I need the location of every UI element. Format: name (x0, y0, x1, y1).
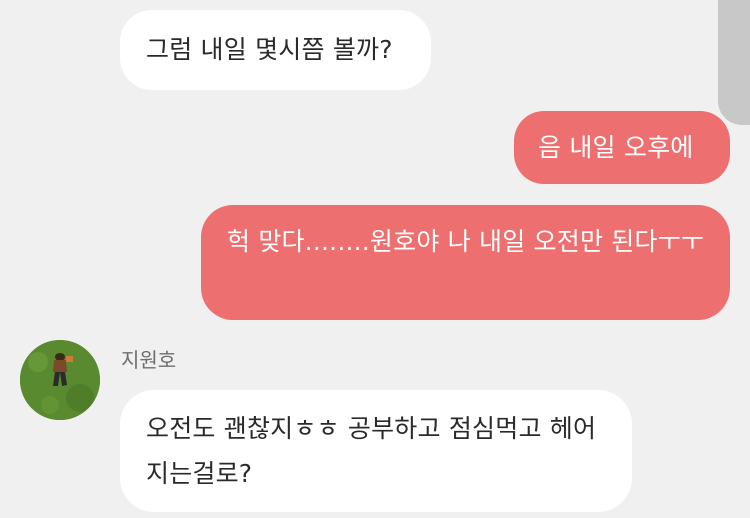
chat-conversation: 그럼 내일 몇시쯤 볼까? 음 내일 오후에 헉 맞다........원호야 나… (0, 0, 750, 518)
avatar[interactable] (20, 340, 100, 420)
avatar-photo (20, 340, 100, 420)
message-bubble-outgoing: 음 내일 오후에 (514, 111, 730, 184)
message-text: 오전도 괜찮지ㅎㅎ 공부하고 점심먹고 헤어지는걸로? (146, 414, 597, 488)
message-bubble-outgoing: 헉 맞다........원호야 나 내일 오전만 된다ㅜㅜ (201, 205, 730, 320)
message-text: 음 내일 오후에 (538, 133, 694, 162)
scrollbar-thumb[interactable] (718, 0, 750, 125)
message-bubble-incoming: 그럼 내일 몇시쯤 볼까? (120, 10, 431, 90)
message-text: 그럼 내일 몇시쯤 볼까? (146, 35, 393, 64)
message-bubble-incoming: 오전도 괜찮지ㅎㅎ 공부하고 점심먹고 헤어지는걸로? (120, 390, 632, 512)
sender-name: 지원호 (121, 348, 177, 372)
message-text: 헉 맞다........원호야 나 내일 오전만 된다ㅜㅜ (227, 227, 705, 256)
